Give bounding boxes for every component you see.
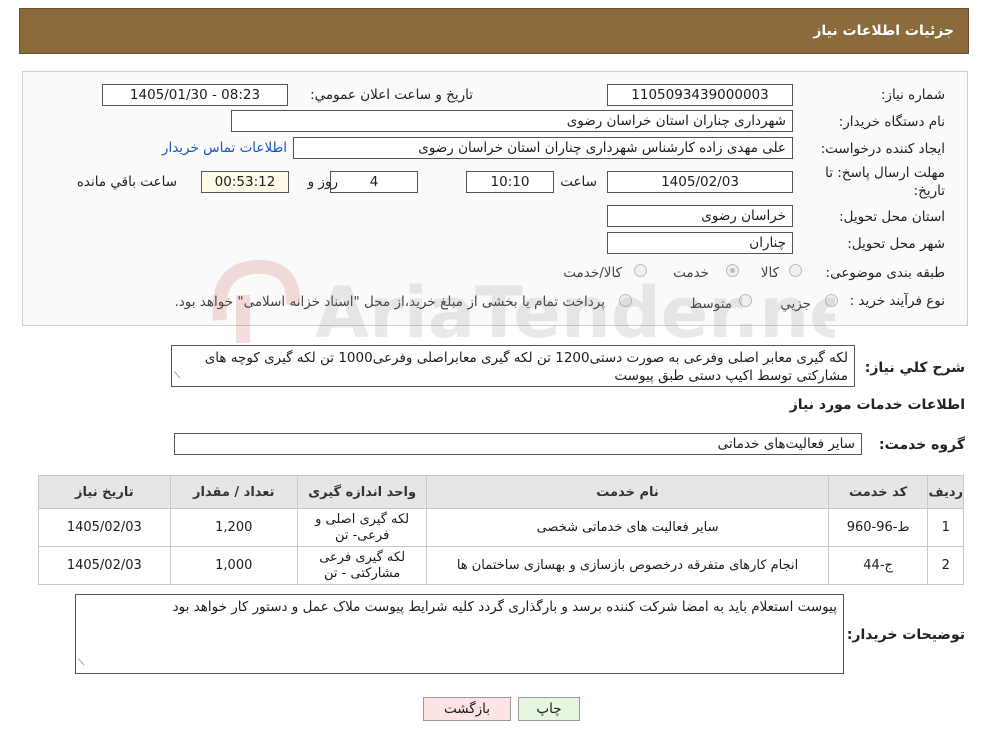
description-text: لکه گیری معابر اصلی وفرعی به صورت دستی12…	[204, 350, 848, 384]
buyer-notes-text: پیوست استعلام باید به امضا شرکت کننده بر…	[172, 599, 837, 615]
print-button[interactable]: چاپ	[518, 697, 580, 721]
page-title: جزئیات اطلاعات نیاز	[813, 23, 954, 39]
creator-label: ايجاد کننده درخواست:	[820, 141, 945, 157]
need-info-panel: شماره نیاز: 1105093439000003 تاریخ و ساع…	[22, 71, 968, 326]
cell-qty: 1,200	[169, 508, 298, 547]
deadline-time-field: 10:10	[466, 171, 554, 193]
city-label: شهر محل تحويل:	[847, 236, 945, 252]
col-name: نام خدمت	[426, 475, 829, 509]
process-label: نوع فرآيند خريد :	[849, 293, 945, 309]
resize-grip-icon[interactable]: ⟋	[78, 654, 84, 672]
col-unit: واحد اندازه گيری	[296, 475, 428, 509]
cell-qty: 1,000	[169, 546, 298, 585]
days-label: روز و	[307, 174, 338, 190]
deadline-label: مهلت ارسال پاسخ: تا	[825, 165, 945, 181]
page-header: جزئیات اطلاعات نیاز	[19, 8, 969, 54]
service-group-label: گروه خدمت:	[879, 437, 965, 453]
cell-row: 1	[927, 508, 964, 547]
category-radio-goods[interactable]	[789, 264, 802, 277]
deadline-date-field: 1405/02/03	[607, 171, 793, 193]
need-number-field: 1105093439000003	[607, 84, 793, 106]
service-group-field: ساير فعاليت‌های خدماتی	[174, 433, 862, 455]
remaining-label: ساعت باقي مانده	[76, 174, 177, 190]
table-row: 2 ج-44 انجام کارهای متفرقه درخصوص بازساز…	[38, 546, 964, 585]
category-radio-goods-service[interactable]	[634, 264, 647, 277]
cell-date: 1405/02/03	[38, 546, 171, 585]
buyer-notes-textarea[interactable]: پیوست استعلام باید به امضا شرکت کننده بر…	[75, 594, 844, 674]
creator-field: علی مهدی زاده کارشناس شهرداری چناران است…	[293, 137, 793, 159]
need-number-label: شماره نیاز:	[880, 87, 945, 103]
remaining-time-field: 00:53:12	[201, 171, 289, 193]
col-qty: تعداد / مقدار	[169, 475, 298, 509]
services-table: رديف کد خدمت نام خدمت واحد اندازه گيری ت…	[38, 475, 964, 585]
deadline-time-label: ساعت	[560, 174, 597, 190]
cell-name: سایر فعالیت های خدماتی شخصی	[426, 508, 829, 547]
province-field: خراسان رضوی	[607, 205, 793, 227]
process-radio-medium[interactable]	[739, 294, 752, 307]
process-option-small: جزيي	[780, 296, 811, 312]
table-header-row: رديف کد خدمت نام خدمت واحد اندازه گيری ت…	[38, 475, 964, 509]
cell-unit: لکه گیری فرعی مشارکتی - تن	[296, 546, 428, 585]
announce-label: تاریخ و ساعت اعلان عمومي:	[310, 87, 473, 103]
cell-code: ط-96-960	[827, 508, 929, 547]
category-option-goods-service: کالا/خدمت	[563, 265, 622, 281]
cell-unit: لکه گیری اصلی و فرعی- تن	[296, 508, 428, 547]
buyer-org-field: شهرداری چناران استان خراسان رضوی	[231, 110, 793, 132]
process-option-medium: متوسط	[689, 296, 732, 312]
process-note: پرداخت تمام يا بخشی از مبلغ خريد،از محل …	[174, 294, 605, 310]
col-row: رديف	[927, 475, 964, 509]
buyer-notes-label: توضيحات خريدار:	[846, 627, 965, 643]
description-label: شرح کلي نياز:	[864, 360, 965, 376]
table-row: 1 ط-96-960 سایر فعالیت های خدماتی شخصی ل…	[38, 508, 964, 547]
buyer-contact-link[interactable]: اطلاعات تماس خريدار	[162, 140, 287, 156]
deadline-label-2: تاريخ:	[913, 183, 945, 199]
province-label: استان محل تحويل:	[839, 209, 945, 225]
col-date: تاريخ نياز	[38, 475, 171, 509]
category-option-service: خدمت	[673, 265, 709, 281]
buyer-org-label: نام دستگاه خريدار:	[838, 114, 945, 130]
cell-name: انجام کارهای متفرقه درخصوص بازسازی و بهس…	[426, 546, 829, 585]
city-field: چناران	[607, 232, 793, 254]
process-radio-small[interactable]	[825, 294, 838, 307]
days-field: 4	[330, 171, 418, 193]
process-radio-treasury[interactable]	[619, 294, 632, 307]
services-section-title: اطلاعات خدمات مورد نياز	[789, 397, 965, 413]
resize-grip-icon[interactable]: ⟋	[174, 367, 180, 385]
category-option-goods: کالا	[760, 265, 779, 281]
back-button[interactable]: بازگشت	[423, 697, 511, 721]
category-label: طبقه بندی موضوعی:	[825, 265, 945, 281]
announce-field: 1405/01/30 - 08:23	[102, 84, 288, 106]
category-radio-service[interactable]	[726, 264, 739, 277]
col-code: کد خدمت	[827, 475, 929, 509]
description-textarea[interactable]: لکه گیری معابر اصلی وفرعی به صورت دستی12…	[171, 345, 855, 387]
cell-row: 2	[927, 546, 964, 585]
cell-code: ج-44	[827, 546, 929, 585]
cell-date: 1405/02/03	[38, 508, 171, 547]
